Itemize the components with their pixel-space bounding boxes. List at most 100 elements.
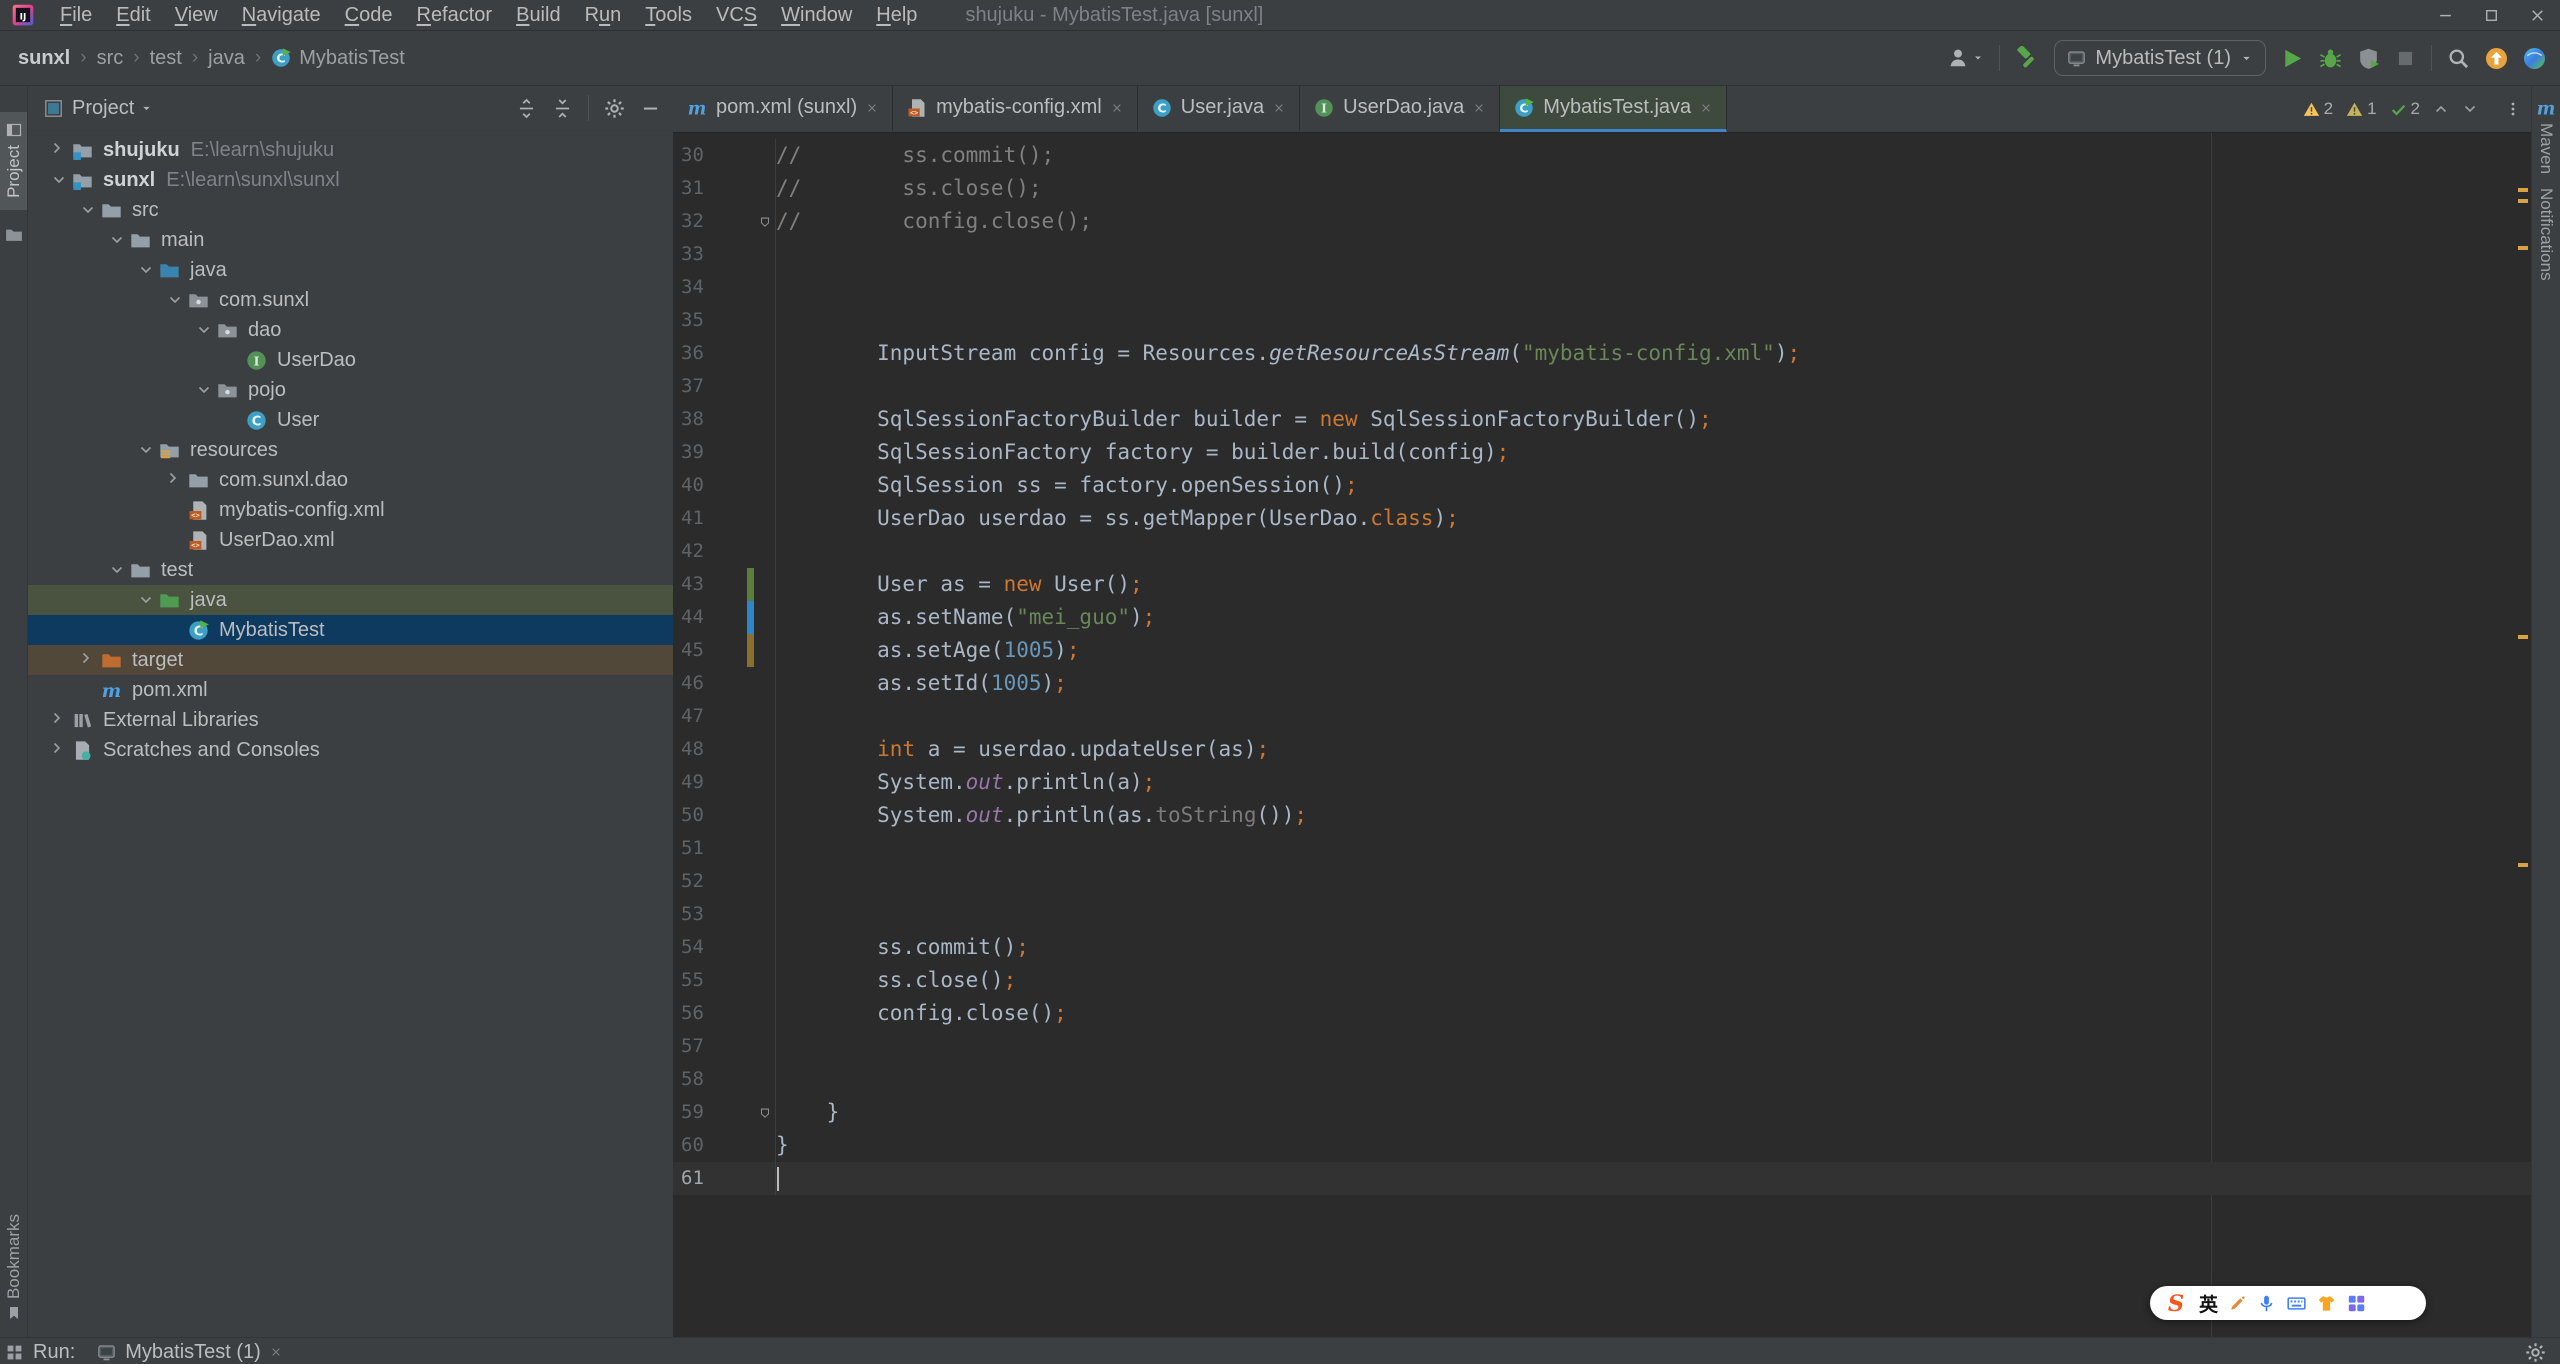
code-line-31[interactable]: 31// ss.close(); (673, 172, 2531, 205)
breadcrumb-item-src[interactable]: src (97, 47, 124, 70)
menu-item-run[interactable]: Run (573, 0, 634, 30)
tree-item-com-sunxl-dao[interactable]: com.sunxl.dao (28, 465, 673, 495)
code-line-49[interactable]: 49 System.out.println(a); (673, 766, 2531, 799)
fold-marker-icon[interactable] (755, 215, 775, 229)
code-line-47[interactable]: 47 (673, 700, 2531, 733)
code-line-38[interactable]: 38 SqlSessionFactoryBuilder builder = ne… (673, 403, 2531, 436)
collapse-all-icon[interactable] (552, 98, 573, 119)
minimize-button[interactable] (2422, 0, 2468, 30)
code-line-39[interactable]: 39 SqlSessionFactory factory = builder.b… (673, 436, 2531, 469)
close-button[interactable] (2514, 0, 2560, 30)
warnings-indicator[interactable]: 2 (2303, 99, 2333, 119)
menu-item-edit[interactable]: Edit (104, 0, 162, 30)
tool-window-tab-project[interactable]: Project (0, 112, 27, 210)
menu-item-navigate[interactable]: Navigate (230, 0, 333, 30)
breadcrumb-item-java[interactable]: java (208, 47, 245, 70)
code-line-45[interactable]: 45 as.setAge(1005); (673, 634, 2531, 667)
tree-item-pom-xml[interactable]: mpom.xml (28, 675, 673, 705)
tree-item-scratches-and-consoles[interactable]: Scratches and Consoles (28, 735, 673, 765)
close-icon[interactable] (1473, 102, 1485, 114)
code-line-54[interactable]: 54 ss.commit(); (673, 931, 2531, 964)
tab-mybatis-config-xml[interactable]: <>mybatis-config.xml (893, 86, 1138, 132)
update-available-button[interactable] (2485, 47, 2508, 70)
debug-button[interactable] (2319, 47, 2342, 70)
skin-icon[interactable] (2317, 1294, 2336, 1313)
tree-item-mybatistest[interactable]: CMybatisTest (28, 615, 673, 645)
tree-item-test[interactable]: test (28, 555, 673, 585)
code-line-40[interactable]: 40 SqlSession ss = factory.openSession()… (673, 469, 2531, 502)
tool-window-tab-maven[interactable]: m Maven (2536, 98, 2556, 174)
previous-highlight-icon[interactable] (2433, 101, 2449, 117)
build-hammer-button[interactable] (2015, 46, 2039, 70)
error-stripe-mark[interactable] (2518, 246, 2528, 250)
menu-item-view[interactable]: View (163, 0, 230, 30)
code-line-57[interactable]: 57 (673, 1030, 2531, 1063)
search-everywhere-button[interactable] (2447, 47, 2470, 70)
keyboard-icon[interactable] (2287, 1294, 2306, 1313)
maximize-button[interactable] (2468, 0, 2514, 30)
sogou-logo-icon[interactable]: S (2164, 1291, 2188, 1315)
tree-item-com-sunxl[interactable]: com.sunxl (28, 285, 673, 315)
close-icon[interactable] (1273, 102, 1285, 114)
run-configuration-select[interactable]: MybatisTest (1) (2054, 40, 2266, 76)
tree-item-target[interactable]: target (28, 645, 673, 675)
menu-item-tools[interactable]: Tools (633, 0, 704, 30)
hide-panel-icon[interactable] (640, 98, 661, 119)
code-line-42[interactable]: 42 (673, 535, 2531, 568)
tab-user-java[interactable]: CUser.java (1138, 86, 1300, 132)
menu-item-window[interactable]: Window (769, 0, 864, 30)
code-line-46[interactable]: 46 as.setId(1005); (673, 667, 2531, 700)
breadcrumb-item-sunxl[interactable]: sunxl (18, 47, 70, 70)
chevron-right-icon[interactable] (46, 712, 72, 728)
chevron-down-icon[interactable] (191, 382, 217, 398)
code-line-37[interactable]: 37 (673, 370, 2531, 403)
breadcrumb-item-mybatistest[interactable]: CMybatisTest (271, 47, 405, 70)
error-stripe-mark[interactable] (2518, 188, 2528, 192)
menu-item-file[interactable]: File (48, 0, 104, 30)
chevron-down-icon[interactable] (133, 592, 159, 608)
tree-item-src[interactable]: src (28, 195, 673, 225)
code-line-34[interactable]: 34 (673, 271, 2531, 304)
code-line-35[interactable]: 35 (673, 304, 2531, 337)
stop-button[interactable] (2395, 48, 2416, 69)
expand-all-icon[interactable] (516, 98, 537, 119)
tree-item-resources[interactable]: resources (28, 435, 673, 465)
chevron-down-icon[interactable] (104, 232, 130, 248)
tree-item-java[interactable]: java (28, 585, 673, 615)
editor-viewport[interactable]: 30// ss.commit();31// ss.close();32// co… (673, 133, 2531, 1337)
tree-item-mybatis-config-xml[interactable]: <>mybatis-config.xml (28, 495, 673, 525)
tree-item-sunxl[interactable]: sunxlE:\learn\sunxl\sunxl (28, 165, 673, 195)
chevron-right-icon[interactable] (75, 652, 101, 668)
code-line-55[interactable]: 55 ss.close(); (673, 964, 2531, 997)
tool-window-switcher-icon[interactable] (6, 1344, 23, 1361)
code-with-me-button[interactable] (2523, 47, 2546, 70)
passed-indicator[interactable]: 2 (2390, 99, 2420, 119)
menu-item-refactor[interactable]: Refactor (404, 0, 504, 30)
error-stripe-mark[interactable] (2518, 635, 2528, 639)
code-line-52[interactable]: 52 (673, 865, 2531, 898)
code-line-59[interactable]: 59 } (673, 1096, 2531, 1129)
chevron-right-icon[interactable] (46, 142, 72, 158)
tab-pom-xml-sunxl[interactable]: mpom.xml (sunxl) (673, 86, 893, 132)
error-stripe-mark[interactable] (2518, 863, 2528, 867)
user-menu-button[interactable] (1947, 47, 1984, 69)
chevron-down-icon[interactable] (104, 562, 130, 578)
run-tab[interactable]: MybatisTest (1) (97, 1341, 282, 1364)
code-line-30[interactable]: 30// ss.commit(); (673, 139, 2531, 172)
code-line-48[interactable]: 48 int a = userdao.updateUser(as); (673, 733, 2531, 766)
tab-mybatistest-java[interactable]: CMybatisTest.java (1500, 86, 1727, 132)
fold-marker-icon[interactable] (755, 1106, 775, 1120)
code-line-44[interactable]: 44 as.setName("mei_guo"); (673, 601, 2531, 634)
chevron-right-icon[interactable] (162, 472, 188, 488)
tree-item-userdao-xml[interactable]: <>UserDao.xml (28, 525, 673, 555)
pen-icon[interactable] (2229, 1295, 2246, 1312)
code-line-58[interactable]: 58 (673, 1063, 2531, 1096)
tree-item-dao[interactable]: dao (28, 315, 673, 345)
chevron-down-icon[interactable] (140, 102, 153, 115)
tree-item-main[interactable]: main (28, 225, 673, 255)
code-line-51[interactable]: 51 (673, 832, 2531, 865)
tree-item-java[interactable]: java (28, 255, 673, 285)
chevron-right-icon[interactable] (46, 742, 72, 758)
error-stripe-mark[interactable] (2518, 199, 2528, 203)
chevron-down-icon[interactable] (191, 322, 217, 338)
